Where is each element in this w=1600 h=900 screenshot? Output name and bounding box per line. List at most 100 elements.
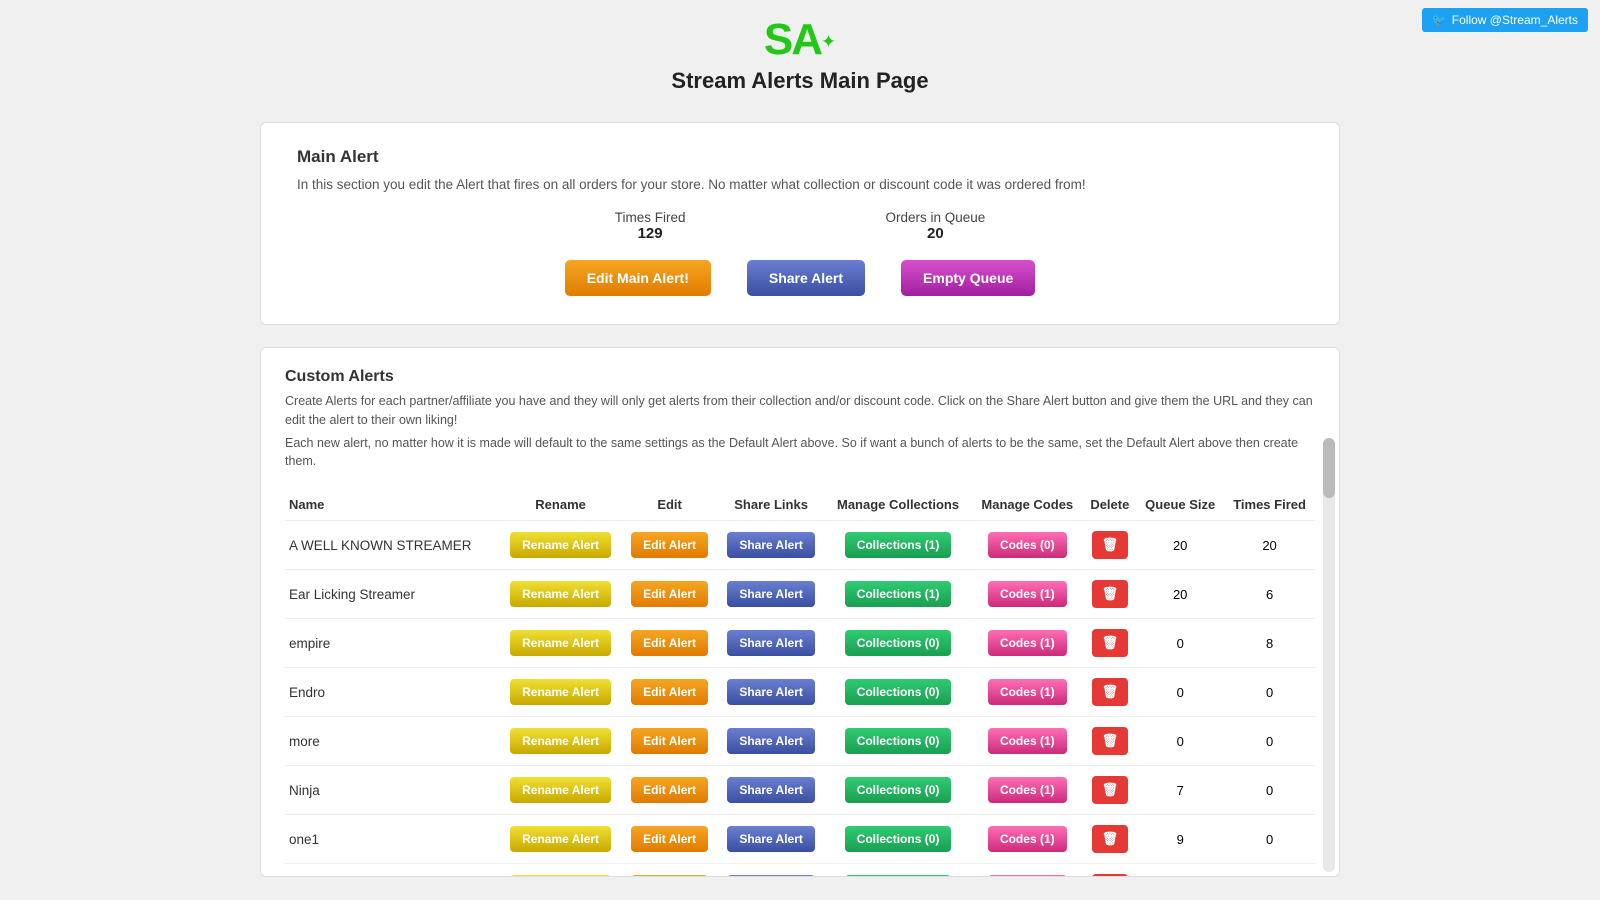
rename-alert-button-4[interactable]: Rename Alert xyxy=(510,728,611,754)
rename-alert-button-7[interactable]: Rename Alert xyxy=(510,875,611,877)
row-delete-5: 🗑 xyxy=(1083,766,1136,815)
table-header-row: Name Rename Edit Share Links Manage Coll… xyxy=(285,489,1315,521)
edit-alert-button-4[interactable]: Edit Alert xyxy=(631,728,708,754)
scrollbar-track[interactable] xyxy=(1323,438,1335,872)
edit-alert-button-6[interactable]: Edit Alert xyxy=(631,826,708,852)
row-share-2: Share Alert xyxy=(717,619,825,668)
collections-button-6[interactable]: Collections (0) xyxy=(845,826,952,852)
collections-button-5[interactable]: Collections (0) xyxy=(845,777,952,803)
row-collections-4: Collections (0) xyxy=(825,717,971,766)
row-edit-0: Edit Alert xyxy=(622,521,718,570)
main-alert-title: Main Alert xyxy=(297,147,1303,167)
row-name-6: one1 xyxy=(285,815,499,864)
share-alert-button-3[interactable]: Share Alert xyxy=(727,679,815,705)
table-row: Ear Licking Streamer Rename Alert Edit A… xyxy=(285,570,1315,619)
row-delete-7: 🗑 xyxy=(1083,864,1136,878)
collections-button-0[interactable]: Collections (1) xyxy=(845,532,952,558)
col-rename: Rename xyxy=(499,489,622,521)
twitter-icon: 🐦 xyxy=(1432,13,1447,27)
col-collections: Manage Collections xyxy=(825,489,971,521)
twitter-follow-bar: 🐦 Follow @Stream_Alerts xyxy=(1422,8,1588,32)
row-edit-4: Edit Alert xyxy=(622,717,718,766)
rename-alert-button-6[interactable]: Rename Alert xyxy=(510,826,611,852)
scrollbar-thumb[interactable] xyxy=(1323,438,1335,498)
edit-alert-button-1[interactable]: Edit Alert xyxy=(631,581,708,607)
collections-button-4[interactable]: Collections (0) xyxy=(845,728,952,754)
row-rename-7: Rename Alert xyxy=(499,864,622,878)
row-rename-1: Rename Alert xyxy=(499,570,622,619)
row-queue-3: 0 xyxy=(1136,668,1224,717)
codes-button-2[interactable]: Codes (1) xyxy=(988,630,1067,656)
codes-button-1[interactable]: Codes (1) xyxy=(988,581,1067,607)
row-rename-5: Rename Alert xyxy=(499,766,622,815)
codes-button-4[interactable]: Codes (1) xyxy=(988,728,1067,754)
row-collections-2: Collections (0) xyxy=(825,619,971,668)
share-alert-button-5[interactable]: Share Alert xyxy=(727,777,815,803)
collections-button-2[interactable]: Collections (0) xyxy=(845,630,952,656)
codes-button-0[interactable]: Codes (0) xyxy=(988,532,1067,558)
row-delete-3: 🗑 xyxy=(1083,668,1136,717)
rename-alert-button-3[interactable]: Rename Alert xyxy=(510,679,611,705)
edit-alert-button-5[interactable]: Edit Alert xyxy=(631,777,708,803)
col-name: Name xyxy=(285,489,499,521)
delete-button-5[interactable]: 🗑 xyxy=(1092,776,1129,804)
row-share-4: Share Alert xyxy=(717,717,825,766)
rename-alert-button-1[interactable]: Rename Alert xyxy=(510,581,611,607)
custom-alerts-desc2: Each new alert, no matter how it is made… xyxy=(285,434,1315,472)
edit-alert-button-3[interactable]: Edit Alert xyxy=(631,679,708,705)
collections-button-1[interactable]: Collections (1) xyxy=(845,581,952,607)
delete-button-6[interactable]: 🗑 xyxy=(1092,825,1129,853)
row-collections-3: Collections (0) xyxy=(825,668,971,717)
edit-alert-button-2[interactable]: Edit Alert xyxy=(631,630,708,656)
row-collections-6: Collections (0) xyxy=(825,815,971,864)
row-codes-5: Codes (1) xyxy=(971,766,1083,815)
share-alert-button-2[interactable]: Share Alert xyxy=(727,630,815,656)
share-alert-button-7[interactable]: Share Alert xyxy=(727,875,815,877)
row-edit-1: Edit Alert xyxy=(622,570,718,619)
orders-queue-value: 20 xyxy=(885,225,985,242)
row-collections-5: Collections (0) xyxy=(825,766,971,815)
main-alert-buttons: Edit Main Alert! Share Alert Empty Queue xyxy=(297,260,1303,296)
col-codes: Manage Codes xyxy=(971,489,1083,521)
codes-button-7[interactable]: Codes (1) xyxy=(988,875,1067,877)
delete-button-0[interactable]: 🗑 xyxy=(1092,531,1129,559)
edit-alert-button-7[interactable]: Edit Alert xyxy=(631,875,708,877)
times-fired-value: 129 xyxy=(615,225,686,242)
row-codes-3: Codes (1) xyxy=(971,668,1083,717)
rename-alert-button-5[interactable]: Rename Alert xyxy=(510,777,611,803)
collections-button-7[interactable]: Collections (0) xyxy=(845,875,952,877)
twitter-follow-button[interactable]: 🐦 Follow @Stream_Alerts xyxy=(1422,8,1588,32)
empty-queue-button[interactable]: Empty Queue xyxy=(901,260,1035,296)
delete-button-1[interactable]: 🗑 xyxy=(1092,580,1129,608)
row-queue-5: 7 xyxy=(1136,766,1224,815)
share-alert-button-1[interactable]: Share Alert xyxy=(727,581,815,607)
share-alert-button-0[interactable]: Share Alert xyxy=(727,532,815,558)
delete-button-7[interactable]: 🗑 xyxy=(1092,874,1129,877)
main-content: Main Alert In this section you edit the … xyxy=(250,122,1350,877)
delete-button-3[interactable]: 🗑 xyxy=(1092,678,1129,706)
share-alert-button-4[interactable]: Share Alert xyxy=(727,728,815,754)
table-row: empire Rename Alert Edit Alert Share Ale… xyxy=(285,619,1315,668)
edit-alert-button-0[interactable]: Edit Alert xyxy=(631,532,708,558)
rename-alert-button-2[interactable]: Rename Alert xyxy=(510,630,611,656)
delete-button-2[interactable]: 🗑 xyxy=(1092,629,1129,657)
times-fired-stat: Times Fired 129 xyxy=(615,210,686,242)
collections-button-3[interactable]: Collections (0) xyxy=(845,679,952,705)
alerts-table-wrapper: Name Rename Edit Share Links Manage Coll… xyxy=(285,475,1315,877)
codes-button-5[interactable]: Codes (1) xyxy=(988,777,1067,803)
row-edit-3: Edit Alert xyxy=(622,668,718,717)
share-alert-button-6[interactable]: Share Alert xyxy=(727,826,815,852)
row-collections-7: Collections (0) xyxy=(825,864,971,878)
row-codes-4: Codes (1) xyxy=(971,717,1083,766)
page-header: SA✦ Stream Alerts Main Page xyxy=(0,0,1600,104)
edit-main-alert-button[interactable]: Edit Main Alert! xyxy=(565,260,711,296)
stats-row: Times Fired 129 Orders in Queue 20 xyxy=(297,210,1303,242)
codes-button-3[interactable]: Codes (1) xyxy=(988,679,1067,705)
delete-button-4[interactable]: 🗑 xyxy=(1092,727,1129,755)
row-name-0: A WELL KNOWN STREAMER xyxy=(285,521,499,570)
times-fired-label: Times Fired xyxy=(615,210,686,225)
share-alert-button[interactable]: Share Alert xyxy=(747,260,865,296)
codes-button-6[interactable]: Codes (1) xyxy=(988,826,1067,852)
rename-alert-button-0[interactable]: Rename Alert xyxy=(510,532,611,558)
row-queue-1: 20 xyxy=(1136,570,1224,619)
